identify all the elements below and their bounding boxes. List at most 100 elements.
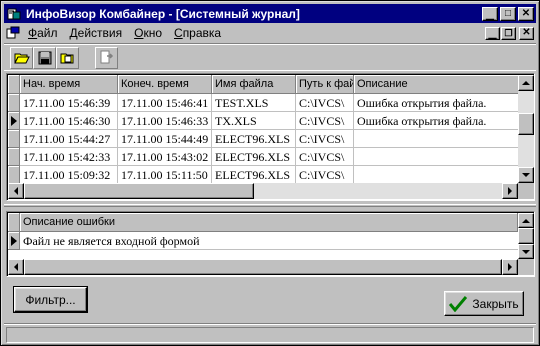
checkmark-icon: [449, 295, 468, 312]
table-row-selected[interactable]: 17.11.00 15:46:30 17.11.00 15:46:33 TX.X…: [8, 112, 520, 130]
cell-file-name: ELECT96.XLS: [212, 148, 296, 166]
cell-path: C:\IVCS\: [296, 112, 354, 130]
open-file-button[interactable]: [56, 47, 79, 69]
column-header-start-time[interactable]: Нач. время: [20, 75, 118, 94]
scroll-corner: [518, 183, 534, 199]
filter-button[interactable]: Фильтр...: [13, 286, 88, 313]
menu-help[interactable]: Справка: [168, 26, 227, 40]
child-window-icon[interactable]: [4, 25, 22, 41]
error-vertical-scrollbar[interactable]: [518, 213, 534, 259]
cell-file-name: ELECT96.XLS: [212, 130, 296, 148]
scroll-thumb[interactable]: [518, 228, 534, 244]
column-header-path[interactable]: Путь к фай: [296, 75, 354, 94]
arrow-right-icon: [508, 263, 512, 271]
menu-actions[interactable]: Действия: [64, 26, 129, 40]
scroll-down-button[interactable]: [518, 244, 534, 259]
cell-end-time: 17.11.00 15:43:02: [118, 148, 212, 166]
minimize-icon: ▁: [488, 29, 497, 40]
scroll-thumb[interactable]: [518, 113, 534, 135]
scroll-corner: [518, 259, 534, 275]
menu-file[interactable]: Файл: [22, 26, 64, 40]
menu-window[interactable]: Окно: [128, 26, 168, 40]
title-bar[interactable]: ИнфоВизор Комбайнер - [Системный журнал]…: [4, 4, 536, 23]
log-table-header: Нач. время Конеч. время Имя файла Путь к…: [8, 75, 520, 94]
scroll-thumb[interactable]: [24, 259, 502, 275]
export-icon: [100, 50, 113, 64]
cell-file-name: ELECT96.XLS: [212, 166, 296, 184]
app-icon[interactable]: [6, 6, 22, 22]
cell-description: [354, 130, 520, 148]
cell-path: C:\IVCS\: [296, 130, 354, 148]
arrow-right-icon: [508, 187, 512, 195]
cell-start-time: 17.11.00 15:09:32: [20, 166, 118, 184]
open-button[interactable]: [10, 47, 33, 69]
scroll-up-button[interactable]: [518, 213, 534, 228]
open-folder-icon: [13, 53, 30, 64]
error-horizontal-scrollbar[interactable]: [8, 259, 518, 275]
cell-path: C:\IVCS\: [296, 166, 354, 184]
window-title: ИнфоВизор Комбайнер - [Системный журнал]: [26, 6, 300, 21]
main-window: ИнфоВизор Комбайнер - [Системный журнал]…: [0, 0, 540, 346]
status-pane: [6, 327, 534, 343]
scroll-left-button[interactable]: [8, 259, 24, 275]
close-icon: ✕: [522, 27, 531, 38]
header-indicator: [8, 75, 20, 94]
log-vertical-scrollbar[interactable]: [518, 75, 534, 183]
arrow-up-icon: [522, 81, 530, 85]
table-row[interactable]: 17.11.00 15:09:32 17.11.00 15:11:50 ELEC…: [8, 166, 520, 184]
table-row[interactable]: 17.11.00 15:46:39 17.11.00 15:46:41 TEST…: [8, 94, 520, 112]
close-button[interactable]: Закрыть: [444, 291, 524, 316]
row-indicator: [8, 130, 20, 148]
restore-icon: ❐: [504, 28, 513, 38]
maximize-button[interactable]: □: [500, 6, 516, 21]
table-row-selected[interactable]: Файл не является входной формой: [8, 232, 518, 250]
export-button[interactable]: [95, 47, 118, 69]
cell-start-time: 17.11.00 15:42:33: [20, 148, 118, 166]
column-header-description[interactable]: Описание: [354, 75, 520, 94]
scroll-down-button[interactable]: [518, 167, 534, 183]
table-row[interactable]: 17.11.00 15:42:33 17.11.00 15:43:02 ELEC…: [8, 148, 520, 166]
table-row[interactable]: 17.11.00 15:44:27 17.11.00 15:44:49 ELEC…: [8, 130, 520, 148]
log-horizontal-scrollbar[interactable]: [8, 183, 518, 199]
cell-end-time: 17.11.00 15:46:41: [118, 94, 212, 112]
column-header-file-name[interactable]: Имя файла: [212, 75, 296, 94]
current-row-indicator: [8, 112, 20, 130]
error-table-header: Описание ошибки: [8, 213, 518, 232]
error-table[interactable]: Описание ошибки Файл не является входной…: [6, 211, 535, 277]
save-button[interactable]: [33, 47, 56, 69]
close-button-label: Закрыть: [472, 296, 519, 311]
cell-end-time: 17.11.00 15:44:49: [118, 130, 212, 148]
save-disk-icon: [38, 51, 51, 65]
cell-description: Ошибка открытия файла.: [354, 94, 520, 112]
toolbar: [4, 43, 536, 71]
close-window-button[interactable]: ✕: [518, 6, 534, 21]
arrow-up-icon: [522, 218, 530, 223]
scroll-up-button[interactable]: [518, 75, 534, 91]
cell-start-time: 17.11.00 15:46:39: [20, 94, 118, 112]
cell-start-time: 17.11.00 15:44:27: [20, 130, 118, 148]
status-bar: [4, 323, 536, 343]
mdi-close-button[interactable]: ✕: [519, 26, 534, 40]
cell-path: C:\IVCS\: [296, 94, 354, 112]
cell-file-name: TEST.XLS: [212, 94, 296, 112]
header-indicator: [8, 213, 20, 232]
menu-bar: Файл Действия Окно Справка ▁ ❐ ✕: [4, 24, 536, 42]
current-row-indicator: [8, 232, 20, 250]
cell-path: C:\IVCS\: [296, 148, 354, 166]
mdi-minimize-button[interactable]: ▁: [485, 26, 500, 40]
scroll-right-button[interactable]: [502, 259, 518, 275]
scroll-thumb[interactable]: [24, 183, 254, 199]
arrow-left-icon: [14, 187, 18, 195]
arrow-down-icon: [522, 249, 530, 254]
log-table[interactable]: Нач. время Конеч. время Имя файла Путь к…: [6, 73, 535, 201]
scroll-left-button[interactable]: [8, 183, 24, 199]
minimize-button[interactable]: ▁: [482, 6, 498, 21]
pane-splitter[interactable]: [4, 204, 536, 207]
scroll-right-button[interactable]: [502, 183, 518, 199]
arrow-left-icon: [14, 263, 18, 271]
column-header-error-description[interactable]: Описание ошибки: [20, 213, 518, 232]
column-header-end-time[interactable]: Конеч. время: [118, 75, 212, 94]
filter-button-label: Фильтр...: [25, 292, 76, 307]
mdi-restore-button[interactable]: ❐: [501, 26, 516, 40]
cell-start-time: 17.11.00 15:46:30: [20, 112, 118, 130]
